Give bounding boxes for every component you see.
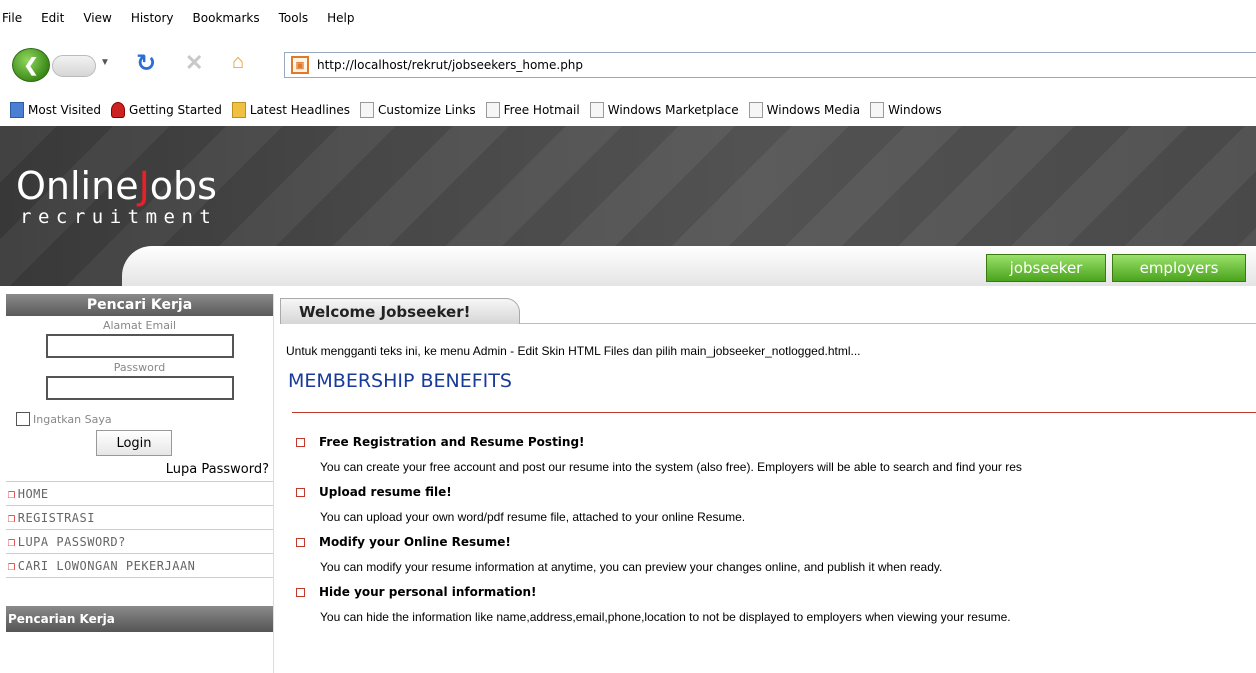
bookmarks-toolbar: Most Visited Getting Started Latest Head… [0, 96, 1256, 124]
benefit-description: You can hide the information like name,a… [320, 610, 1011, 624]
menu-history[interactable]: History [131, 11, 174, 25]
bullet-icon: ❒ [8, 534, 16, 549]
sidebar-item-home[interactable]: ❒ HOME [6, 482, 273, 506]
benefit-title: Free Registration and Resume Posting! [296, 430, 1256, 454]
site-header-banner: OnlineJobs recruitment jobseeker employe… [0, 126, 1256, 286]
forgot-password-link[interactable]: Lupa Password? [6, 462, 273, 477]
bullet-icon: ❒ [8, 510, 16, 525]
site-favicon-icon: ▣ [291, 56, 309, 74]
job-search-title: Pencarian Kerja [6, 606, 273, 632]
bookmark-free-hotmail[interactable]: Free Hotmail [485, 102, 580, 118]
menu-help[interactable]: Help [327, 11, 354, 25]
benefit-description: You can create your free account and pos… [320, 460, 1022, 474]
navigation-toolbar: ❮ ▼ ↻ ✕ ⌂ ▣ http://localhost/rekrut/jobs… [0, 40, 1256, 88]
menu-bookmarks[interactable]: Bookmarks [193, 11, 260, 25]
benefits-heading: MEMBERSHIP BENEFITS [288, 370, 512, 392]
menu-tools[interactable]: Tools [279, 11, 309, 25]
reload-icon[interactable]: ↻ [136, 49, 156, 77]
history-dropdown-icon[interactable]: ▼ [100, 57, 110, 68]
login-sidebar: Pencari Kerja Alamat Email Password Inga… [6, 294, 274, 673]
email-field[interactable] [45, 334, 234, 358]
menu-edit[interactable]: Edit [41, 11, 64, 25]
back-button[interactable]: ❮ [12, 48, 50, 82]
browser-menubar: File Edit View History Bookmarks Tools H… [0, 0, 1256, 36]
page-icon [748, 102, 763, 118]
menu-view[interactable]: View [83, 11, 111, 25]
benefit-title: Upload resume file! [296, 480, 1256, 504]
sidebar-item-registrasi[interactable]: ❒ REGISTRASI [6, 506, 273, 530]
tab-jobseeker[interactable]: jobseeker [986, 254, 1106, 282]
benefits-list: Free Registration and Resume Posting! Yo… [296, 430, 1256, 630]
bookmark-customize-links[interactable]: Customize Links [360, 102, 476, 118]
bookmark-windows-media[interactable]: Windows Media [748, 102, 860, 118]
address-bar[interactable]: ▣ http://localhost/rekrut/jobseekers_hom… [284, 52, 1256, 78]
back-arrow-icon: ❮ [23, 54, 39, 75]
page-icon [360, 102, 375, 118]
remember-me-checkbox[interactable] [16, 412, 30, 426]
page-icon [870, 102, 885, 118]
page-icon [589, 102, 604, 118]
benefit-title: Modify your Online Resume! [296, 530, 1256, 554]
email-label: Alamat Email [102, 319, 177, 332]
tab-employers[interactable]: employers [1112, 254, 1246, 282]
firefox-icon [111, 102, 126, 118]
address-url[interactable]: http://localhost/rekrut/jobseekers_home.… [317, 58, 583, 72]
bookmark-latest-headlines[interactable]: Latest Headlines [231, 102, 350, 118]
home-icon[interactable]: ⌂ [232, 51, 244, 74]
most-visited-icon [10, 102, 24, 118]
sidebar-menu: ❒ HOME ❒ REGISTRASI ❒ LUPA PASSWORD? ❒ CARI … [6, 481, 273, 578]
remember-me-label: Ingatkan Saya [33, 412, 112, 426]
page-icon [485, 102, 500, 118]
intro-text: Untuk mengganti teks ini, ke menu Admin … [286, 344, 861, 358]
bullet-icon: ❒ [8, 558, 16, 573]
bookmark-windows-marketplace[interactable]: Windows Marketplace [589, 102, 739, 118]
bullet-square-icon [296, 487, 305, 497]
section-divider [292, 412, 1256, 413]
bookmark-getting-started[interactable]: Getting Started [111, 102, 222, 118]
bullet-square-icon [296, 587, 305, 597]
forward-button[interactable] [52, 55, 96, 77]
bookmark-most-visited[interactable]: Most Visited [10, 102, 101, 118]
benefit-title: Hide your personal information! [296, 580, 1256, 604]
sidebar-title: Pencari Kerja [6, 294, 273, 316]
content-tabbar: Welcome Jobseeker! [280, 298, 1256, 324]
rss-folder-icon [231, 102, 246, 118]
login-button[interactable]: Login [96, 430, 172, 456]
main-content: Welcome Jobseeker! Untuk mengganti teks … [280, 294, 1256, 673]
sidebar-item-lupa-password[interactable]: ❒ LUPA PASSWORD? [6, 530, 273, 554]
menu-file[interactable]: File [2, 11, 22, 25]
bullet-square-icon [296, 437, 305, 447]
bookmark-windows[interactable]: Windows [870, 102, 942, 118]
benefit-description: You can upload your own word/pdf resume … [320, 510, 746, 524]
bullet-square-icon [296, 537, 305, 547]
tab-welcome[interactable]: Welcome Jobseeker! [280, 298, 520, 324]
stop-icon[interactable]: ✕ [185, 50, 203, 76]
remember-me-row: Ingatkan Saya [16, 412, 273, 426]
sidebar-item-cari-lowongan[interactable]: ❒ CARI LOWONGAN PEKERJAAN [6, 554, 273, 578]
password-label: Password [113, 361, 166, 374]
site-logo[interactable]: OnlineJobs [16, 164, 217, 208]
benefit-description: You can modify your resume information a… [320, 560, 943, 574]
logo-subtitle: recruitment [20, 206, 218, 228]
password-field[interactable] [45, 376, 234, 400]
bullet-icon: ❒ [8, 486, 16, 501]
